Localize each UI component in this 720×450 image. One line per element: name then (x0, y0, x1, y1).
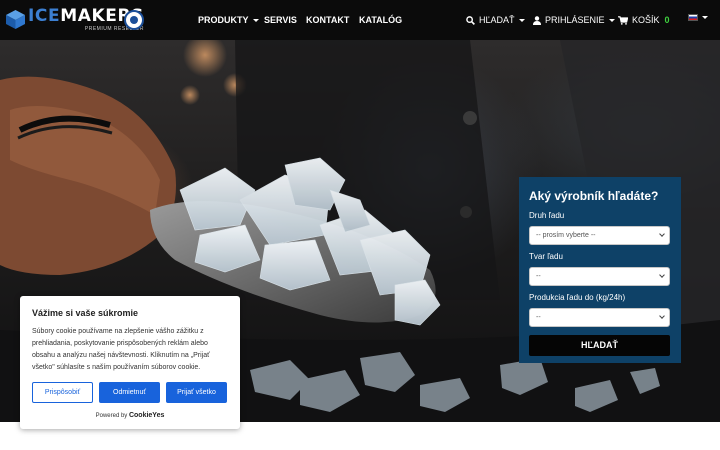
ice-type-select[interactable]: -- prosím vyberte -- (529, 226, 670, 245)
nav-login[interactable]: PRIHLÁSENIE (533, 14, 615, 26)
nav-search[interactable]: HĽADAŤ (466, 14, 525, 26)
powered-by-text: Powered by (95, 413, 128, 419)
cart-count-badge: 0 (664, 15, 670, 25)
nav-products-label: PRODUKTY (198, 15, 249, 25)
cookie-description: Súbory cookie používame na zlepšenie váš… (32, 328, 210, 371)
nav-login-label: PRIHLÁSENIE (545, 15, 605, 25)
search-submit-button[interactable]: HĽADAŤ (529, 335, 670, 356)
slovak-flag-icon (688, 14, 698, 21)
logo-text-ice: ICE (28, 6, 61, 26)
search-icon (466, 15, 475, 25)
chevron-down-icon (702, 16, 708, 19)
cookie-reject-button[interactable]: Odmietnuť (99, 382, 160, 403)
user-icon (533, 15, 541, 25)
cookie-customize-button[interactable]: Prispôsobiť (32, 382, 93, 403)
nav-products[interactable]: PRODUKTY (198, 14, 259, 26)
language-switcher[interactable] (688, 14, 708, 21)
ice-maker-search-panel: Aký výrobník hľadáte? Druh ľadu -- prosí… (519, 177, 681, 363)
nav-contact[interactable]: KONTAKT (306, 14, 349, 26)
nav-catalog[interactable]: KATALÓG (359, 14, 402, 26)
cookie-accept-button[interactable]: Prijať všetko (166, 382, 227, 403)
nav-search-label: HĽADAŤ (479, 15, 515, 25)
nav-cart[interactable]: KOŠÍK 0 (618, 14, 670, 26)
cookie-powered-by: Powered by CookieYes (32, 412, 228, 420)
chevron-down-icon (608, 18, 615, 22)
production-label: Produkcia ľadu do (kg/24h) (529, 293, 626, 302)
cookieyes-logo[interactable]: CookieYes (129, 412, 164, 419)
ice-cube-logo (5, 9, 26, 30)
top-navbar: ICEMAKERS PREMIUM RESELLER PRODUKTY SERV… (0, 0, 720, 40)
search-panel-title: Aký výrobník hľadáte? (529, 189, 659, 203)
ice-shape-select[interactable]: -- (529, 267, 670, 286)
chevron-down-icon (518, 18, 525, 22)
cart-icon (618, 15, 628, 25)
partner-badge[interactable] (124, 10, 144, 30)
cookie-consent-banner: Vážime si vaše súkromie Súbory cookie po… (20, 296, 240, 429)
production-select[interactable]: -- (529, 308, 670, 327)
ice-type-label: Druh ľadu (529, 211, 565, 220)
nav-cart-label: KOŠÍK (632, 15, 660, 25)
ice-shape-label: Tvar ľadu (529, 252, 563, 261)
cookie-title: Vážime si vaše súkromie (32, 308, 139, 318)
chevron-down-icon (252, 19, 259, 23)
nav-service[interactable]: SERVIS (264, 14, 297, 26)
